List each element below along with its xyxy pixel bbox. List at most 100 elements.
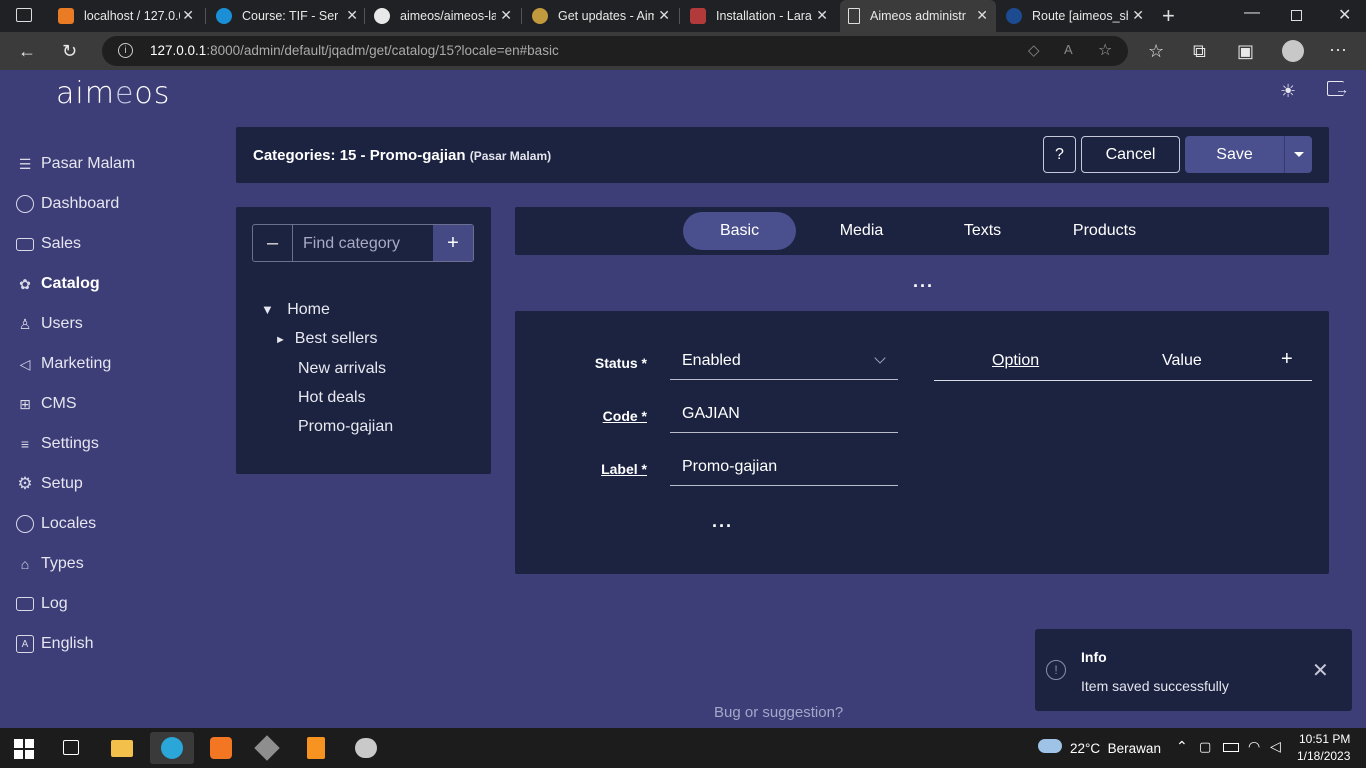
help-button[interactable]: ? <box>1043 136 1076 173</box>
bug-report-link[interactable]: Bug or suggestion? <box>714 704 843 721</box>
close-icon[interactable]: ✕ <box>182 7 194 24</box>
paint-icon[interactable] <box>344 732 388 764</box>
info-icon[interactable]: i <box>118 43 133 58</box>
close-window-button[interactable]: ✕ <box>1338 5 1351 25</box>
more-icon[interactable]: ··· <box>1329 39 1347 60</box>
close-icon[interactable]: ✕ <box>658 7 670 24</box>
close-icon[interactable]: ✕ <box>1132 7 1144 24</box>
browser-tab[interactable]: Installation - Lara ✕ <box>682 0 836 32</box>
favorites-icon[interactable]: ☆ <box>1148 41 1164 62</box>
edge-icon[interactable] <box>150 732 194 764</box>
volume-icon[interactable]: ◁ <box>1270 738 1281 755</box>
more-basic-fields-toggle[interactable]: ··· <box>712 516 733 537</box>
more-fields-toggle[interactable]: ··· <box>913 276 934 297</box>
battery-icon[interactable] <box>1223 743 1239 752</box>
toast-title: Info <box>1081 649 1107 665</box>
back-icon[interactable]: ← <box>18 41 36 62</box>
option-column-header[interactable]: Option <box>992 352 1039 370</box>
weather-text[interactable]: 22°C Berawan <box>1070 741 1161 756</box>
collections-icon[interactable]: ⧉ <box>1193 41 1206 62</box>
label-field[interactable]: Promo-gajian <box>670 452 898 486</box>
close-icon[interactable]: ✕ <box>1312 658 1329 683</box>
add-option-button[interactable]: + <box>1281 348 1293 371</box>
browser-tab[interactable]: localhost / 127.0.0 ✕ <box>50 0 202 32</box>
tab-basic[interactable]: Basic <box>683 212 796 250</box>
tree-node-root[interactable]: ▼ Home <box>261 301 330 319</box>
sidebar-item-sales[interactable]: Sales <box>16 232 81 256</box>
close-icon[interactable]: ✕ <box>976 7 988 24</box>
browser-tab-active[interactable]: Aimeos administr ✕ <box>840 0 996 32</box>
page-icon <box>848 8 860 24</box>
sidebar-item-types[interactable]: ⌂ Types <box>16 552 84 576</box>
sublime-text-icon[interactable] <box>294 732 338 764</box>
laravel-icon <box>690 8 706 24</box>
tree-node[interactable]: New arrivals <box>298 360 386 378</box>
refresh-icon[interactable]: ↻ <box>62 41 77 62</box>
xampp-icon[interactable] <box>199 732 243 764</box>
cancel-button[interactable]: Cancel <box>1081 136 1180 173</box>
tab-texts[interactable]: Texts <box>926 212 1039 250</box>
sidebar-item-users[interactable]: ♙ Users <box>16 312 83 336</box>
sidebar-item-language[interactable]: A English <box>16 632 93 656</box>
profile-avatar[interactable] <box>1282 40 1304 62</box>
tab-products[interactable]: Products <box>1048 212 1161 250</box>
theme-toggle-icon[interactable]: ☀ <box>1280 81 1296 102</box>
label-label[interactable]: Label * <box>575 461 647 477</box>
clock-date[interactable]: 1/18/2023 <box>1297 749 1350 763</box>
close-icon[interactable]: ✕ <box>346 7 358 24</box>
translate-icon: A <box>16 635 34 653</box>
minimize-button[interactable]: — <box>1244 4 1260 22</box>
add-favorite-icon[interactable]: ☆ <box>1098 40 1112 60</box>
task-view-icon[interactable] <box>63 740 79 755</box>
collapse-button[interactable]: – <box>253 225 293 261</box>
code-label[interactable]: Code * <box>575 408 647 424</box>
close-icon[interactable]: ✕ <box>500 7 512 24</box>
git-icon[interactable] <box>245 732 289 764</box>
browser-tab[interactable]: aimeos/aimeos-la ✕ <box>366 0 520 32</box>
new-tab-button[interactable]: + <box>1162 3 1175 29</box>
find-category-input[interactable]: Find category <box>303 235 400 253</box>
status-select[interactable]: Enabled <box>670 346 898 380</box>
save-button[interactable]: Save <box>1185 136 1284 173</box>
browser-tab[interactable]: Get updates - Aim ✕ <box>524 0 678 32</box>
sidebar-item-catalog[interactable]: ✿ Catalog <box>16 272 100 296</box>
close-icon[interactable]: ✕ <box>816 7 828 24</box>
sidebar-item-marketing[interactable]: ◁ Marketing <box>16 352 112 376</box>
tree-node[interactable]: Hot deals <box>298 389 366 407</box>
browser-tab[interactable]: Route [aimeos_sh ✕ <box>998 0 1152 32</box>
sidebar-item-setup[interactable]: ⚙ Setup <box>16 472 82 496</box>
detail-tabs: Basic Media Texts Products <box>515 207 1329 255</box>
save-options-dropdown[interactable] <box>1284 136 1312 173</box>
extensions-icon[interactable]: ▣ <box>1237 41 1254 62</box>
aimeos-logo[interactable]: aimeos <box>56 76 170 111</box>
expanded-icon[interactable]: ▼ <box>261 302 274 317</box>
file-explorer-icon[interactable] <box>100 732 144 764</box>
network-icon[interactable]: ▢ <box>1199 739 1211 755</box>
windows-start-icon[interactable] <box>14 739 34 759</box>
read-aloud-icon[interactable]: A <box>1064 42 1073 57</box>
weather-icon[interactable] <box>1038 739 1062 753</box>
restore-button[interactable] <box>1291 10 1302 21</box>
tree-node-selected[interactable]: Promo-gajian <box>298 418 393 436</box>
sidebar-item-locales[interactable]: Locales <box>16 512 96 536</box>
chevron-up-icon[interactable]: ⌃ <box>1176 738 1188 755</box>
code-field[interactable]: GAJIAN <box>670 399 898 433</box>
collapsed-icon[interactable]: ► <box>275 334 286 346</box>
tab-media[interactable]: Media <box>805 212 918 250</box>
add-category-button[interactable]: + <box>433 225 473 261</box>
sidebar-item-settings[interactable]: ≡ Settings <box>16 432 99 456</box>
sidebar-item-dashboard[interactable]: Dashboard <box>16 192 119 216</box>
tab-actions-icon[interactable] <box>16 8 32 22</box>
tag-icon[interactable]: ◇ <box>1028 41 1040 59</box>
chevron-down-icon <box>874 352 886 364</box>
sidebar-item-site[interactable]: ☰ Pasar Malam <box>16 152 136 176</box>
info-icon: ! <box>1046 660 1066 680</box>
address-bar[interactable]: i 127.0.0.1:8000/admin/default/jqadm/get… <box>102 36 1128 66</box>
tree-node[interactable]: ► Best sellers <box>275 330 377 348</box>
clock-time[interactable]: 10:51 PM <box>1299 732 1350 746</box>
wifi-icon[interactable]: ◠ <box>1248 738 1260 755</box>
store-icon: ☰ <box>18 155 32 172</box>
browser-tab[interactable]: Course: TIF - Serv ✕ <box>208 0 366 32</box>
sidebar-item-cms[interactable]: ⊞ CMS <box>16 392 76 416</box>
sidebar-item-log[interactable]: Log <box>16 592 68 616</box>
